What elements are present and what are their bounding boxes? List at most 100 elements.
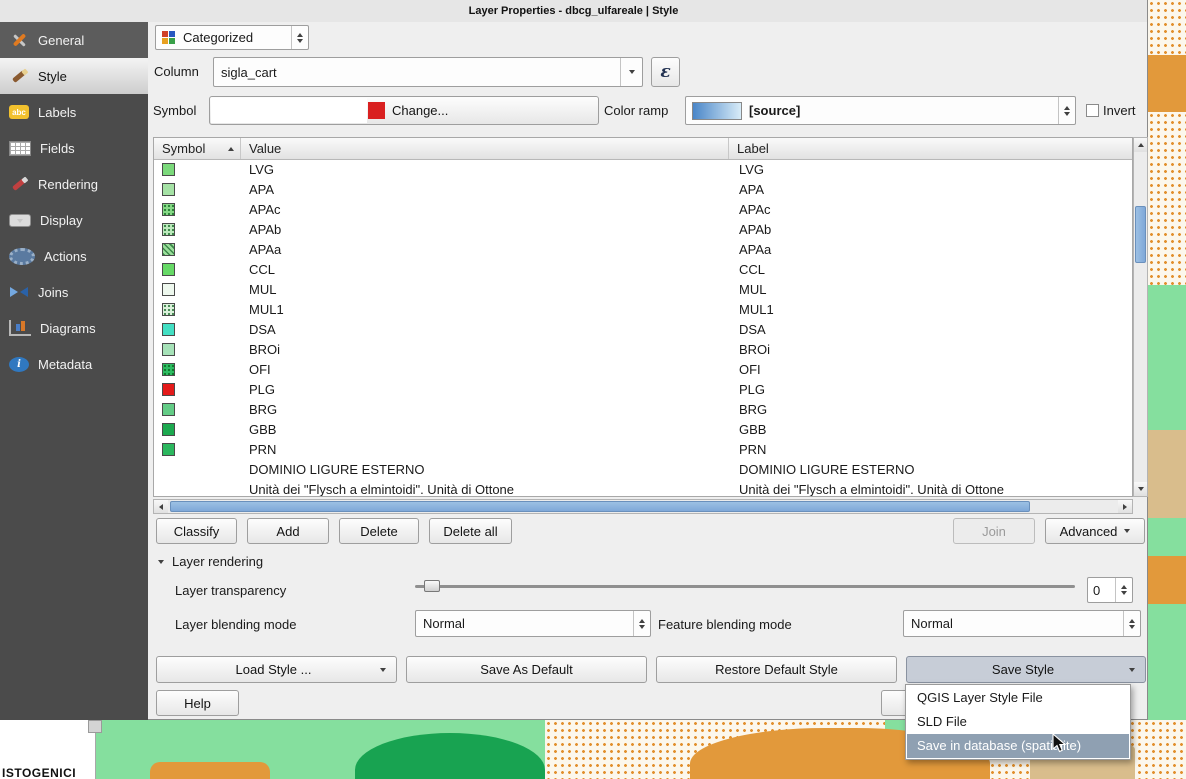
horizontal-scrollbar[interactable] [153, 499, 1133, 514]
table-row[interactable]: MUL1 MUL1 [154, 299, 1132, 319]
symbol-swatch[interactable] [162, 403, 175, 416]
sidebar: General Style Labels Fields Rendering Di… [0, 22, 148, 720]
symbol-swatch[interactable] [162, 263, 175, 276]
table-row[interactable]: CCL CCL [154, 259, 1132, 279]
layer-blending-mode-select[interactable]: Normal [415, 610, 651, 637]
table-row[interactable]: DSA DSA [154, 319, 1132, 339]
categorized-icon [162, 31, 176, 45]
sidebar-item-labels[interactable]: Labels [0, 94, 148, 130]
column-value[interactable]: sigla_cart [214, 65, 620, 80]
help-button[interactable]: Help [156, 690, 239, 716]
table-row[interactable]: LVG LVG [154, 159, 1132, 179]
sidebar-item-rendering[interactable]: Rendering [0, 166, 148, 202]
label-cell: OFI [739, 362, 761, 377]
sidebar-item-style[interactable]: Style [0, 58, 148, 94]
sidebar-item-display[interactable]: Display [0, 202, 148, 238]
slider-thumb[interactable] [424, 580, 440, 592]
horizontal-scrollbar-thumb[interactable] [170, 501, 1030, 512]
symbol-swatch[interactable] [162, 383, 175, 396]
save-as-default-button[interactable]: Save As Default [406, 656, 647, 683]
vertical-scrollbar[interactable] [1133, 137, 1148, 497]
add-button[interactable]: Add [247, 518, 329, 544]
table-row[interactable]: APAc APAc [154, 199, 1132, 219]
table-row[interactable]: Unità dei "Flysch a elmintoidi". Unità d… [154, 479, 1132, 496]
delete-button[interactable]: Delete [339, 518, 419, 544]
table-row[interactable]: OFI OFI [154, 359, 1132, 379]
save-style-button[interactable]: Save Style [906, 656, 1146, 683]
partially-hidden-button[interactable] [881, 690, 907, 716]
ramp-updown-icon[interactable] [1058, 97, 1075, 124]
table-row[interactable]: APAa APAa [154, 239, 1132, 259]
expression-builder-button[interactable]: ε [651, 57, 680, 87]
renderer-select[interactable]: Categorized [155, 25, 309, 50]
symbol-swatch[interactable] [162, 463, 175, 476]
symbol-swatch[interactable] [162, 423, 175, 436]
transparency-value[interactable]: 0 [1088, 583, 1115, 598]
transparency-slider[interactable] [415, 577, 1075, 595]
load-style-button[interactable]: Load Style ... [156, 656, 397, 683]
advanced-button[interactable]: Advanced [1045, 518, 1145, 544]
symbol-swatch[interactable] [162, 363, 175, 376]
symbol-swatch[interactable] [162, 323, 175, 336]
scroll-left-icon[interactable] [154, 500, 168, 513]
menu-item[interactable]: Save in database (spatialite) [907, 734, 1129, 758]
table-row[interactable]: BRG BRG [154, 399, 1132, 419]
symbol-swatch[interactable] [162, 283, 175, 296]
symbol-swatch[interactable] [162, 443, 175, 456]
symbol-swatch[interactable] [162, 483, 175, 496]
symbol-swatch[interactable] [162, 183, 175, 196]
table-row[interactable]: BROi BROi [154, 339, 1132, 359]
label-cell: DSA [739, 322, 766, 337]
feature-blending-mode-select[interactable]: Normal [903, 610, 1141, 637]
column-combobox[interactable]: sigla_cart [213, 57, 643, 87]
column-header-symbol[interactable]: Symbol [154, 138, 241, 159]
change-symbol-button[interactable]: Change... [209, 96, 599, 125]
classify-button[interactable]: Classify [156, 518, 237, 544]
sidebar-item-metadata[interactable]: Metadata [0, 346, 148, 382]
scroll-down-icon[interactable] [1134, 482, 1147, 496]
table-row[interactable]: PRN PRN [154, 439, 1132, 459]
table-row[interactable]: DOMINIO LIGURE ESTERNO DOMINIO LIGURE ES… [154, 459, 1132, 479]
symbol-swatch[interactable] [162, 223, 175, 236]
vertical-scrollbar-thumb[interactable] [1135, 206, 1146, 263]
symbol-swatch[interactable] [162, 163, 175, 176]
invert-checkbox[interactable] [1086, 104, 1099, 117]
chevron-down-icon[interactable] [620, 58, 642, 86]
renderer-updown-icon[interactable] [291, 26, 308, 49]
table-row[interactable]: MUL MUL [154, 279, 1132, 299]
slider-track[interactable] [415, 585, 1075, 588]
scroll-up-icon[interactable] [1134, 138, 1147, 152]
symbol-swatch[interactable] [162, 203, 175, 216]
sidebar-item-joins[interactable]: Joins [0, 274, 148, 310]
symbol-swatch[interactable] [162, 243, 175, 256]
menu-item[interactable]: QGIS Layer Style File [907, 686, 1129, 710]
dialog-titlebar[interactable]: Layer Properties - dbcg_ulfareale | Styl… [0, 0, 1147, 22]
table-row[interactable]: APAb APAb [154, 219, 1132, 239]
restore-default-style-button[interactable]: Restore Default Style [656, 656, 897, 683]
sidebar-item-fields[interactable]: Fields [0, 130, 148, 166]
sidebar-item-general[interactable]: General [0, 22, 148, 58]
menu-item[interactable]: SLD File [907, 710, 1129, 734]
column-header-label[interactable]: Label [729, 138, 1132, 159]
value-cell: MUL1 [249, 302, 284, 317]
symbol-swatch[interactable] [162, 343, 175, 356]
map-area-tan [1148, 430, 1186, 518]
table-row[interactable]: APA APA [154, 179, 1132, 199]
column-header-value[interactable]: Value [241, 138, 729, 159]
value-cell: APAc [249, 202, 281, 217]
symbol-swatch[interactable] [162, 303, 175, 316]
color-ramp-select[interactable]: [source] [685, 96, 1076, 125]
blend-updown-icon[interactable] [633, 611, 650, 636]
delete-all-button[interactable]: Delete all [429, 518, 512, 544]
scroll-right-icon[interactable] [1118, 500, 1132, 513]
sidebar-item-actions[interactable]: Actions [0, 238, 148, 274]
table-row[interactable]: GBB GBB [154, 419, 1132, 439]
sidebar-item-diagrams[interactable]: Diagrams [0, 310, 148, 346]
table-row[interactable]: PLG PLG [154, 379, 1132, 399]
layer-rendering-section-header[interactable]: Layer rendering [158, 554, 263, 569]
transparency-spinbox[interactable]: 0 [1087, 577, 1133, 603]
panel-splitter-handle[interactable] [88, 720, 102, 733]
value-cell: PLG [249, 382, 275, 397]
spin-updown-icon[interactable] [1115, 578, 1132, 602]
feature-updown-icon[interactable] [1123, 611, 1140, 636]
